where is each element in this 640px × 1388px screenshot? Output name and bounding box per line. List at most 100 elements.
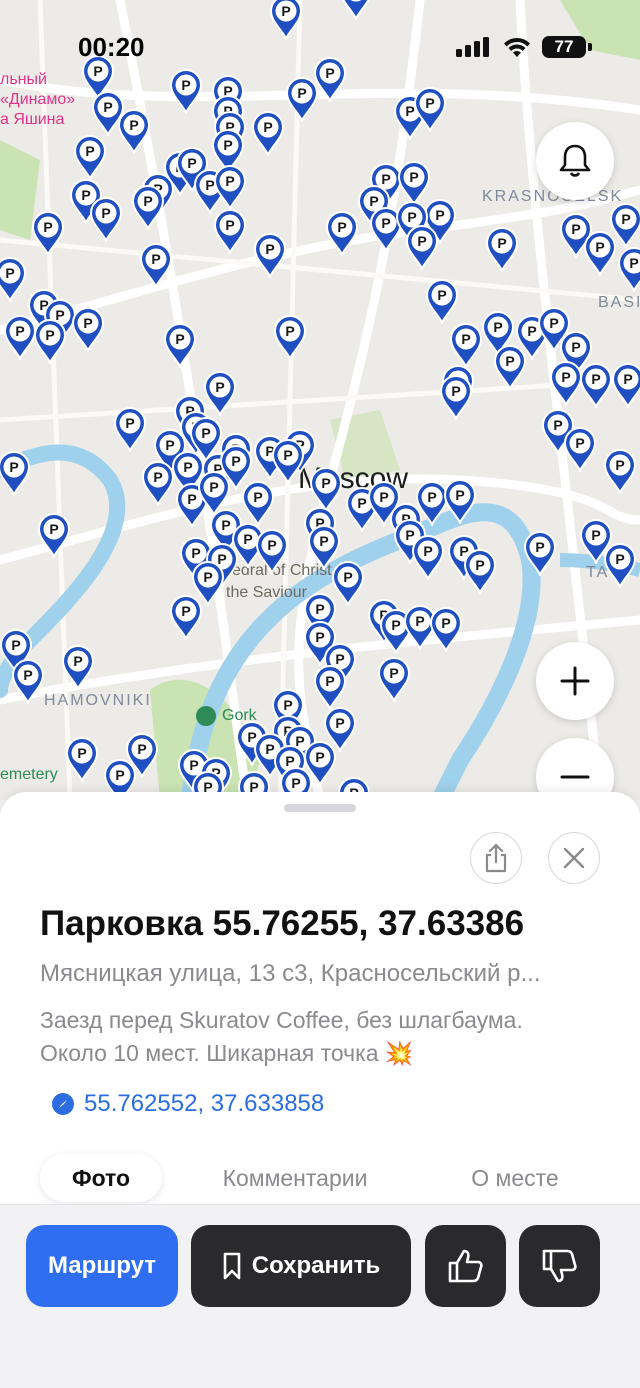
parking-letter: P: [187, 491, 196, 507]
zoom-in-button[interactable]: [536, 642, 614, 720]
parking-pin[interactable]: P: [603, 448, 637, 494]
parking-letter: P: [505, 353, 514, 369]
parking-pin[interactable]: P: [89, 196, 123, 242]
parking-letter: P: [575, 435, 584, 451]
parking-pin[interactable]: P: [31, 210, 65, 256]
parking-pin[interactable]: P: [429, 606, 463, 652]
parking-pin[interactable]: P: [603, 542, 637, 588]
parking-pin[interactable]: P: [325, 210, 359, 256]
wifi-icon: [504, 37, 530, 57]
share-button[interactable]: [470, 832, 522, 884]
parking-letter: P: [151, 251, 160, 267]
parking-pin[interactable]: P: [449, 322, 483, 368]
parking-pin[interactable]: P: [131, 184, 165, 230]
parking-letter: P: [243, 531, 252, 547]
tab-comments[interactable]: Комментарии: [200, 1154, 390, 1202]
parking-letter: P: [231, 453, 240, 469]
parking-letter: P: [23, 667, 32, 683]
parking-pin[interactable]: P: [405, 224, 439, 270]
parking-pin[interactable]: P: [33, 318, 67, 364]
notifications-button[interactable]: [536, 122, 614, 200]
description-line: Заезд перед Skuratov Coffee, без шлагбау…: [40, 1007, 523, 1033]
parking-pin[interactable]: P: [61, 644, 95, 690]
parking-pin[interactable]: P: [255, 528, 289, 574]
parking-letter: P: [215, 379, 224, 395]
parking-pin[interactable]: P: [3, 314, 37, 360]
parking-pin[interactable]: P: [65, 736, 99, 782]
parking-pin[interactable]: P: [617, 246, 640, 292]
tab-photo[interactable]: Фото: [40, 1154, 162, 1202]
parking-pin[interactable]: P: [0, 450, 31, 496]
parking-pin[interactable]: P: [439, 374, 473, 420]
like-button[interactable]: [425, 1225, 506, 1307]
parking-letter: P: [337, 219, 346, 235]
parking-letter: P: [425, 95, 434, 111]
parking-pin[interactable]: P: [583, 230, 617, 276]
parking-pin[interactable]: P: [213, 208, 247, 254]
parking-pin[interactable]: P: [563, 426, 597, 472]
parking-pin[interactable]: P: [213, 164, 247, 210]
parking-pin[interactable]: P: [273, 314, 307, 360]
parking-pin[interactable]: P: [443, 478, 477, 524]
battery-indicator: 77: [542, 36, 586, 58]
sheet-grabber[interactable]: [284, 804, 356, 812]
parking-letter: P: [115, 767, 124, 783]
route-button[interactable]: Маршрут: [26, 1225, 178, 1307]
parking-pin[interactable]: P: [37, 512, 71, 558]
parking-letter: P: [283, 447, 292, 463]
parking-pin[interactable]: P: [169, 594, 203, 640]
parking-letter: P: [103, 99, 112, 115]
parking-letter: P: [435, 207, 444, 223]
parking-pin[interactable]: P: [73, 134, 107, 180]
parking-letter: P: [423, 543, 432, 559]
map-view[interactable]: льный «Динамо» а Яшина KRASNOSELSK BASI …: [0, 0, 640, 800]
parking-pin[interactable]: P: [241, 480, 275, 526]
parking-letter: P: [43, 219, 52, 235]
tab-about[interactable]: О месте: [440, 1154, 590, 1202]
parking-pin[interactable]: P: [579, 362, 613, 408]
parking-pin[interactable]: P: [425, 278, 459, 324]
save-button[interactable]: Сохранить: [191, 1225, 411, 1307]
parking-pin[interactable]: P: [0, 256, 27, 302]
parking-pin[interactable]: P: [463, 548, 497, 594]
parking-pin[interactable]: P: [377, 656, 411, 702]
parking-pin[interactable]: P: [485, 226, 519, 272]
parking-pin[interactable]: P: [117, 108, 151, 154]
thumbs-up-icon: [448, 1249, 483, 1283]
parking-pin[interactable]: P: [271, 438, 305, 484]
parking-pin[interactable]: P: [71, 306, 105, 352]
coordinates-link[interactable]: 55.762552, 37.633858: [52, 1090, 324, 1118]
parking-letter: P: [391, 617, 400, 633]
cellular-signal-icon: [456, 37, 489, 57]
parking-letter: P: [203, 569, 212, 585]
parking-pin[interactable]: P: [139, 242, 173, 288]
compass-icon: [52, 1093, 74, 1115]
parking-pin[interactable]: P: [523, 530, 557, 576]
bookmark-icon: [223, 1252, 241, 1280]
parking-pin[interactable]: P: [549, 360, 583, 406]
place-details-sheet: Парковка 55.76255, 37.63386 Мясницкая ул…: [0, 792, 640, 1388]
parking-pin[interactable]: P: [313, 664, 347, 710]
parking-letter: P: [181, 603, 190, 619]
parking-pin[interactable]: P: [413, 86, 447, 132]
parking-pin[interactable]: P: [411, 534, 445, 580]
parking-pin[interactable]: P: [141, 460, 175, 506]
parking-letter: P: [389, 665, 398, 681]
parking-pin[interactable]: P: [493, 344, 527, 390]
parking-letter: P: [535, 539, 544, 555]
parking-letter: P: [455, 487, 464, 503]
parking-letter: P: [621, 211, 630, 227]
parking-letter: P: [571, 339, 580, 355]
parking-pin[interactable]: P: [113, 406, 147, 452]
map-label-cemetery: emetery: [0, 766, 58, 783]
battery-tip: [588, 43, 592, 51]
parking-pin[interactable]: P: [11, 658, 45, 704]
map-label-hamovniki: HAMOVNIKI: [44, 692, 152, 709]
parking-pin[interactable]: P: [253, 232, 287, 278]
parking-pin[interactable]: P: [163, 322, 197, 368]
action-bar: Маршрут Сохранить: [0, 1204, 640, 1388]
dislike-button[interactable]: [519, 1225, 600, 1307]
parking-pin[interactable]: P: [611, 362, 640, 408]
parking-pin[interactable]: P: [251, 110, 285, 156]
close-button[interactable]: [548, 832, 600, 884]
